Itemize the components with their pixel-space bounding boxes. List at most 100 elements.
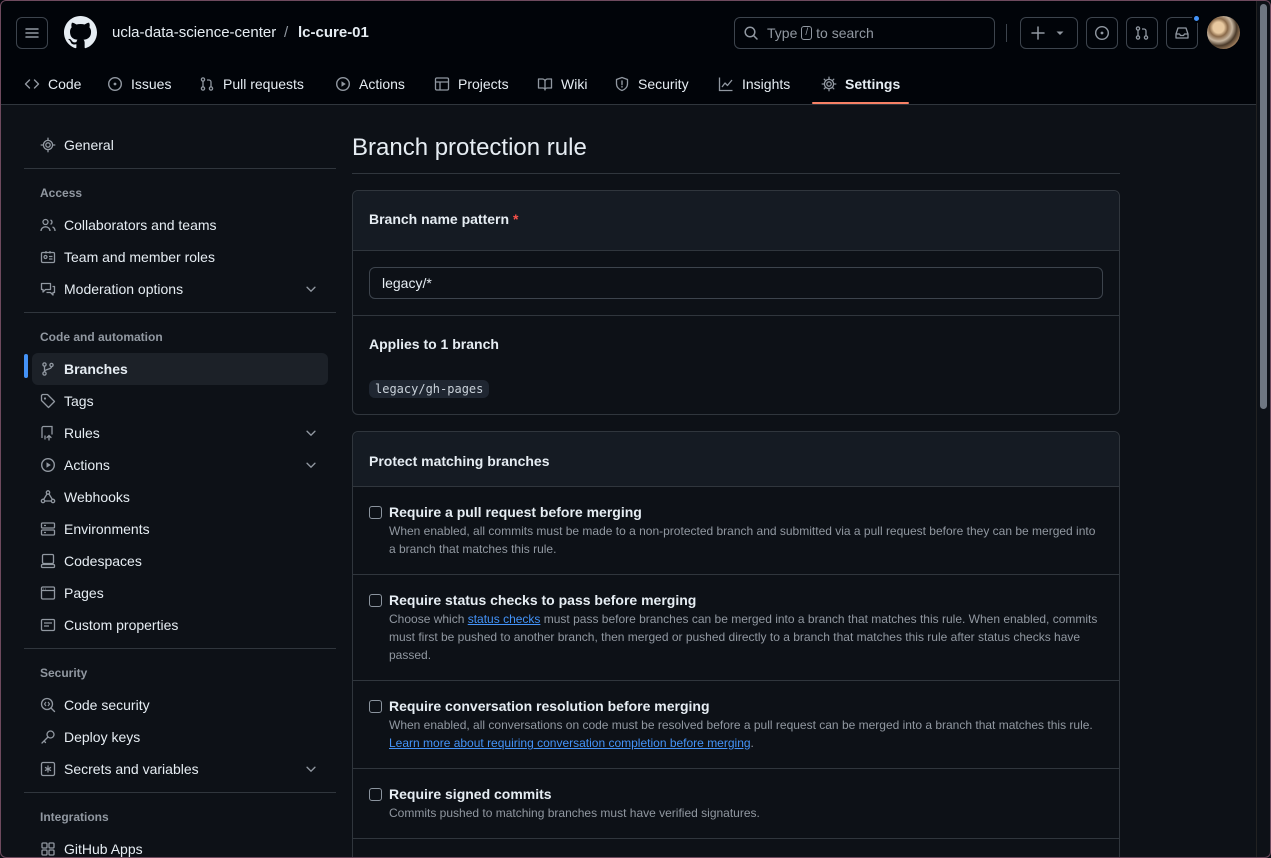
asterisk-box-icon (40, 761, 56, 777)
sidebar-item-label: Pages (64, 585, 104, 601)
sidebar-item-github-apps[interactable]: GitHub Apps (32, 833, 328, 858)
sidebar-item-collaborators[interactable]: Collaborators and teams (32, 209, 328, 241)
git-pull-request-icon (1135, 26, 1149, 40)
sidebar-item-branches[interactable]: Branches (32, 353, 328, 385)
title-divider (352, 173, 1120, 174)
create-new-button[interactable] (1020, 17, 1078, 49)
require-status-checks-checkbox[interactable] (369, 594, 382, 607)
tab-label: Insights (742, 76, 791, 92)
option-description: Commits pushed to matching branches must… (389, 806, 760, 820)
sidebar-item-label: Deploy keys (64, 729, 141, 745)
codescan-icon (40, 697, 56, 713)
branch-pattern-input[interactable]: legacy/* (369, 267, 1103, 299)
tab-security[interactable]: Security (614, 64, 689, 104)
codespaces-icon (40, 553, 56, 569)
matched-branch-chip: legacy/gh-pages (369, 380, 490, 398)
shield-icon (615, 76, 629, 92)
branch-pattern-header: Branch name pattern * (353, 191, 1119, 251)
issue-icon (107, 76, 123, 92)
sidebar-item-label: Actions (64, 457, 110, 473)
issues-button[interactable] (1086, 17, 1118, 49)
inbox-button[interactable] (1166, 14, 1201, 49)
sidebar-item-rules[interactable]: Rules (32, 417, 328, 449)
tab-pull-requests[interactable]: Pull requests (199, 64, 304, 104)
sidebar-item-label: General (64, 137, 114, 153)
chevron-down-icon (306, 286, 316, 293)
sidebar-item-label: Rules (64, 425, 100, 441)
sidebar-item-webhooks[interactable]: Webhooks (32, 481, 328, 513)
status-checks-link[interactable]: status checks (468, 612, 541, 626)
tab-projects[interactable]: Projects (434, 64, 509, 104)
repo-nav-tabs: Code Issues Pull requests Actions Projec… (0, 64, 1271, 104)
sidebar-item-label: Codespaces (64, 553, 142, 569)
sidebar-item-deploy-keys[interactable]: Deploy keys (32, 721, 328, 753)
page-scrollbar-thumb[interactable] (1260, 4, 1267, 409)
avatar[interactable] (1207, 16, 1240, 49)
tag-icon (40, 393, 56, 409)
tab-settings[interactable]: Settings (821, 64, 900, 104)
box-divider (353, 315, 1119, 316)
breadcrumb-org[interactable]: ucla-data-science-center (112, 24, 276, 42)
code-icon (24, 79, 40, 89)
sidebar-divider (24, 312, 336, 313)
id-badge-icon (40, 251, 56, 264)
branch-pattern-label: Branch name pattern * (369, 211, 519, 227)
option-require-pull-request: Require a pull request before merging Wh… (353, 486, 1119, 574)
notification-dot (1192, 14, 1201, 23)
sidebar-divider (24, 792, 336, 793)
applies-label: Applies to 1 branch (369, 336, 499, 352)
sidebar-item-label: Moderation options (64, 281, 184, 297)
require-signed-commits-checkbox[interactable] (369, 788, 382, 801)
option-title: Require a pull request before merging (389, 504, 642, 520)
sidebar-heading-code-automation: Code and automation (40, 330, 163, 344)
option-next-partial (353, 838, 1119, 858)
sidebar-item-secrets[interactable]: Secrets and variables (32, 753, 328, 785)
sidebar-item-team-roles[interactable]: Team and member roles (32, 241, 328, 273)
play-icon (335, 76, 351, 92)
chevron-down-icon (306, 766, 316, 773)
sidebar-item-label: Code security (64, 697, 150, 713)
sidebar-item-environments[interactable]: Environments (32, 513, 328, 545)
git-branch-icon (42, 362, 54, 376)
sidebar-item-codespaces[interactable]: Codespaces (32, 545, 328, 577)
tab-wiki[interactable]: Wiki (537, 64, 587, 104)
learn-more-conversation-link[interactable]: Learn more about requiring conversation … (389, 736, 751, 750)
require-conversation-checkbox[interactable] (369, 700, 382, 713)
search-shortcut-key: / (801, 26, 813, 40)
chevron-down-icon (306, 430, 316, 437)
apps-icon (41, 842, 55, 856)
pull-requests-button[interactable] (1126, 17, 1158, 49)
sidebar-item-custom-properties[interactable]: Custom properties (32, 609, 328, 641)
sidebar-item-actions[interactable]: Actions (32, 449, 328, 481)
menu-button[interactable] (16, 17, 48, 49)
sidebar-item-pages[interactable]: Pages (32, 577, 328, 609)
tab-code[interactable]: Code (24, 64, 81, 104)
sidebar-item-label: Collaborators and teams (64, 217, 217, 233)
option-title: Require status checks to pass before mer… (389, 592, 697, 608)
branch-pattern-value: legacy/* (382, 275, 432, 291)
protect-branches-header: Protect matching branches (353, 432, 1119, 486)
require-pr-checkbox[interactable] (369, 506, 382, 519)
tab-actions[interactable]: Actions (335, 64, 405, 104)
sidebar-divider (24, 168, 336, 169)
option-require-conversation-resolution: Require conversation resolution before m… (353, 680, 1119, 768)
tab-label: Security (638, 76, 689, 92)
breadcrumb-repo[interactable]: lc-cure-01 (298, 24, 369, 42)
sidebar-item-moderation[interactable]: Moderation options (32, 273, 328, 305)
pull-request-icon (200, 77, 214, 91)
tab-label: Code (48, 76, 82, 92)
option-title: Require signed commits (389, 786, 552, 802)
sidebar-item-general[interactable]: General (32, 129, 328, 161)
search-placeholder-prefix: Type (767, 25, 798, 41)
tab-issues[interactable]: Issues (107, 64, 171, 104)
github-logo-icon[interactable] (64, 16, 97, 49)
search-input[interactable]: Type / to search (734, 17, 995, 49)
gear-icon (40, 137, 56, 153)
sidebar-item-code-security[interactable]: Code security (32, 689, 328, 721)
tab-insights[interactable]: Insights (718, 64, 790, 104)
sidebar-heading-security: Security (40, 666, 88, 680)
sidebar-heading-integrations: Integrations (40, 810, 109, 824)
sidebar-item-tags[interactable]: Tags (32, 385, 328, 417)
issue-opened-icon (1094, 25, 1110, 41)
option-description: When enabled, all commits must be made t… (389, 524, 1096, 556)
